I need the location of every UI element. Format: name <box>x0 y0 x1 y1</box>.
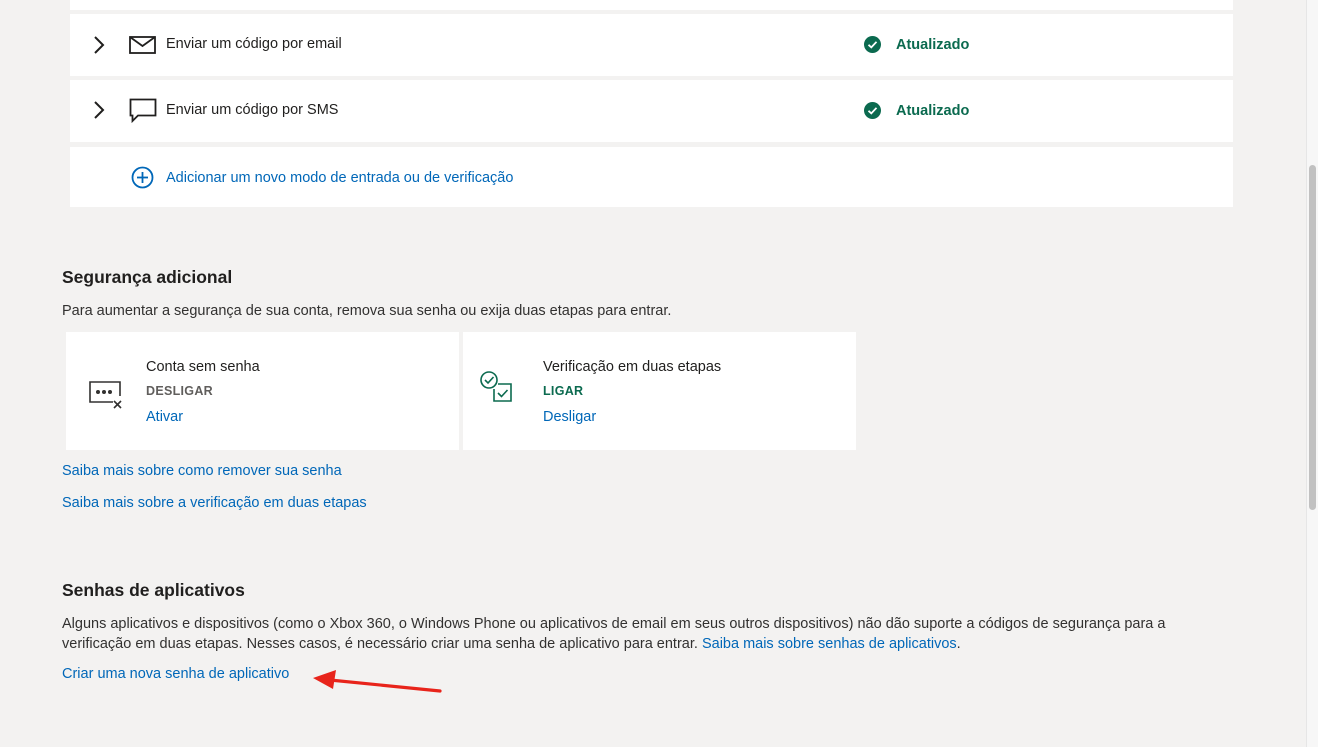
chevron-right-icon[interactable] <box>92 100 106 120</box>
status-text: Atualizado <box>896 102 970 119</box>
check-circle-icon <box>864 36 881 53</box>
status-badge-email: Atualizado <box>864 36 969 53</box>
card-title: Verificação em duas etapas <box>543 359 722 375</box>
section-title-app-passwords: Senhas de aplicativos <box>62 580 245 600</box>
mail-icon <box>129 36 156 54</box>
passwordless-icon <box>89 381 122 409</box>
scrollbar-thumb[interactable] <box>1309 165 1316 510</box>
two-step-icon <box>480 371 512 402</box>
chevron-right-icon[interactable] <box>92 35 106 55</box>
method-label-sms: Enviar um código por SMS <box>166 102 339 118</box>
status-text: Atualizado <box>896 36 970 53</box>
two-step-card: Verificação em duas etapas LIGAR Desliga… <box>463 332 856 450</box>
card-title: Conta sem senha <box>146 359 260 375</box>
additional-security-description: Para aumentar a segurança de sua conta, … <box>62 303 672 319</box>
add-circle-icon <box>131 166 154 189</box>
method-label-email: Enviar um código por email <box>166 36 342 52</box>
section-title-additional-security: Segurança adicional <box>62 267 233 287</box>
previous-row-edge <box>70 0 1233 10</box>
learn-two-step-link[interactable]: Saiba mais sobre a verificação em duas e… <box>62 495 367 511</box>
app-passwords-description-line2: verificação em duas etapas. Nesses casos… <box>62 634 961 654</box>
check-circle-icon <box>864 102 881 119</box>
period: . <box>956 636 961 652</box>
annotation-arrow-icon <box>313 670 442 693</box>
disable-two-step-link[interactable]: Desligar <box>543 409 596 425</box>
learn-app-passwords-link[interactable]: Saiba mais sobre senhas de aplicativos <box>702 636 957 652</box>
chat-icon <box>129 98 157 124</box>
add-method-button[interactable]: Adicionar um novo modo de entrada ou de … <box>131 166 513 189</box>
card-state-off: DESLIGAR <box>146 384 213 398</box>
add-method-link[interactable]: Adicionar um novo modo de entrada ou de … <box>166 170 513 186</box>
app-passwords-description-line1: Alguns aplicativos e dispositivos (como … <box>62 616 1166 632</box>
app-passwords-description-text: verificação em duas etapas. Nesses casos… <box>62 636 698 652</box>
passwordless-card: Conta sem senha DESLIGAR Ativar <box>66 332 459 450</box>
status-badge-sms: Atualizado <box>864 102 969 119</box>
learn-remove-password-link[interactable]: Saiba mais sobre como remover sua senha <box>62 463 342 479</box>
create-app-password-link[interactable]: Criar uma nova senha de aplicativo <box>62 666 289 682</box>
enable-passwordless-link[interactable]: Ativar <box>146 409 183 425</box>
card-state-on: LIGAR <box>543 384 584 398</box>
scrollbar[interactable] <box>1306 0 1318 747</box>
